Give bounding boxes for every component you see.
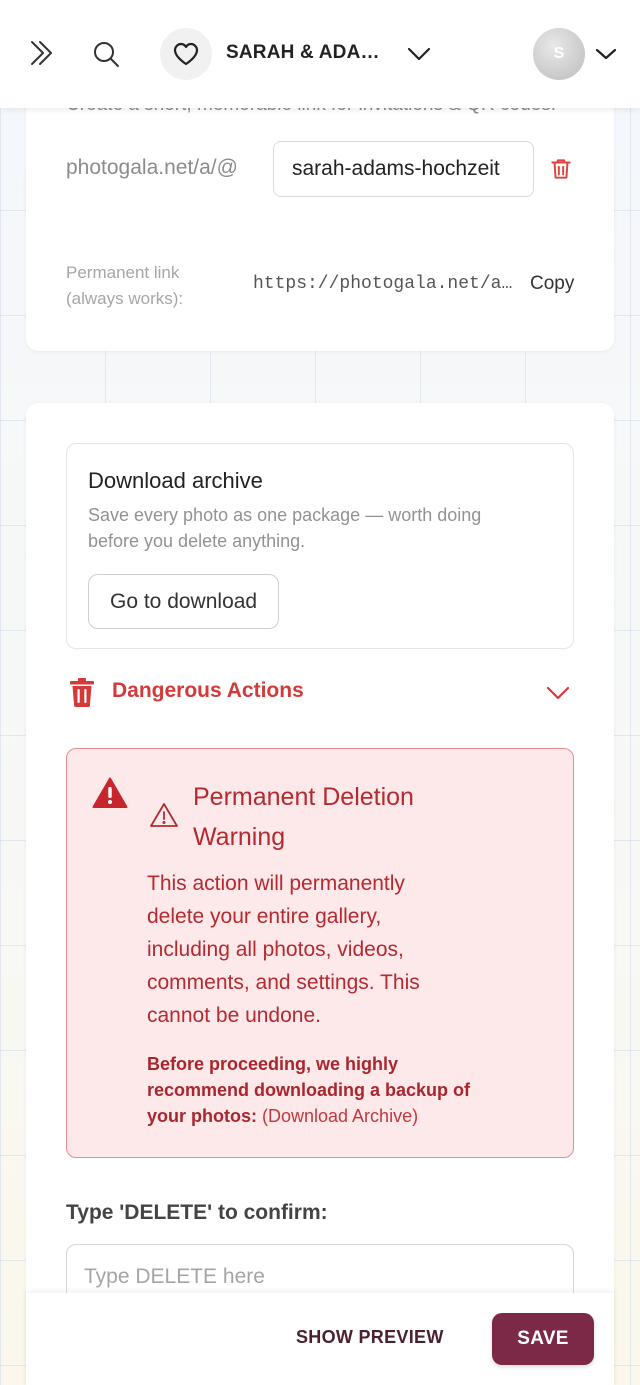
confirm-label: Type 'DELETE' to confirm: [66, 1201, 328, 1224]
slug-input[interactable] [273, 141, 534, 197]
chevron-down-icon[interactable] [592, 42, 620, 66]
backup-note: Before proceeding, we highly recommend d… [147, 1051, 477, 1129]
warning-title: Permanent Deletion Warning [193, 783, 414, 851]
chevron-down-icon [544, 681, 572, 705]
permanent-link-url: https://photogala.net/a... [253, 274, 517, 294]
download-archive-link[interactable]: (Download Archive) [262, 1106, 418, 1126]
download-archive-box: Download archive Save every photo as one… [66, 443, 574, 649]
save-button[interactable]: SAVE [492, 1313, 594, 1365]
danger-card: Download archive Save every photo as one… [26, 403, 614, 1385]
delete-slug-icon[interactable] [548, 156, 574, 182]
warning-icon [92, 777, 128, 809]
search-icon[interactable] [86, 34, 126, 74]
archive-description: Save every photo as one package — worth … [88, 505, 482, 551]
copy-link-button[interactable]: Copy [530, 273, 574, 295]
permanent-link-label: Permanent link (always works): [66, 263, 184, 308]
top-header: SARAH & ADAM'... S [0, 0, 640, 108]
short-link-card: Create a short, memorable link for invit… [26, 70, 614, 351]
dangerous-actions-label: Dangerous Actions [112, 679, 304, 702]
warning-outline-icon [149, 801, 179, 829]
archive-title: Download archive [88, 468, 263, 493]
link-prefix: photogala.net/a/@ [66, 156, 238, 179]
dangerous-actions-toggle[interactable]: Dangerous Actions [66, 673, 574, 713]
bottom-action-bar: SHOW PREVIEW SAVE [26, 1293, 614, 1385]
avatar[interactable]: S [533, 28, 585, 80]
chevron-down-icon[interactable] [404, 40, 434, 68]
deletion-warning-box: Permanent Deletion Warning This action w… [66, 748, 574, 1158]
warning-text: This action will permanently delete your… [147, 872, 420, 1027]
trash-icon [68, 677, 96, 707]
gallery-title[interactable]: SARAH & ADAM'... [226, 42, 391, 64]
show-preview-button[interactable]: SHOW PREVIEW [296, 1327, 444, 1348]
go-to-download-button[interactable]: Go to download [88, 574, 280, 629]
gallery-heart-icon[interactable] [160, 28, 212, 80]
expand-sidebar-icon[interactable] [22, 34, 60, 72]
